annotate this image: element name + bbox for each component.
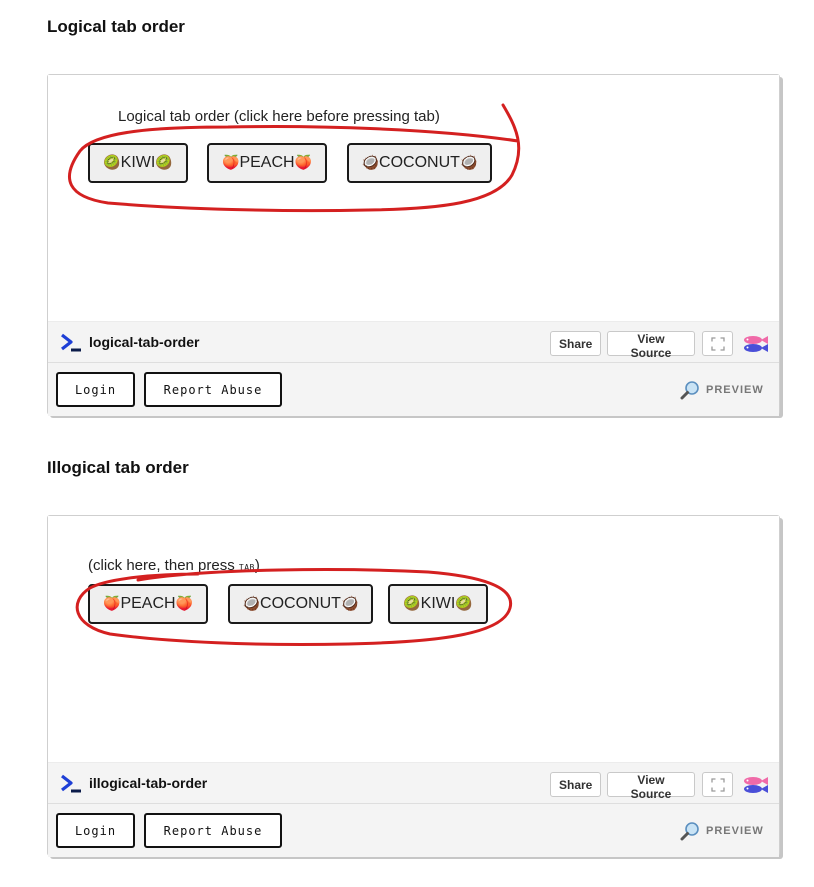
coconut-button[interactable]: 🥥 COCONUT 🥥	[228, 584, 373, 624]
codepen-prompt-logo-icon	[61, 774, 81, 793]
caption-suffix: )	[254, 557, 260, 574]
section-title-illogical: Illogical tab order	[47, 458, 189, 477]
fish-icon[interactable]	[741, 775, 769, 795]
view-source-button[interactable]: View Source	[607, 772, 695, 801]
login-button[interactable]: Login	[56, 813, 135, 848]
fullscreen-button[interactable]	[702, 772, 733, 797]
codepen-prompt-logo-icon	[61, 333, 81, 352]
kiwi-label: KIWI	[420, 595, 456, 612]
fruit-button-row: 🍑 PEACH 🍑 🥥 COCONUT 🥥 🥝 KIWI 🥝	[88, 584, 508, 624]
section-title-logical: Logical tab order	[47, 17, 185, 36]
embed-footer-bar: Login Report Abuse PREVIEW	[48, 804, 779, 857]
expand-icon	[710, 777, 725, 792]
instruction-caption[interactable]: (click here, then press TAB)	[88, 557, 260, 574]
peach-button[interactable]: 🍑 PEACH 🍑	[88, 584, 208, 624]
kiwi-icon: 🥝	[403, 596, 421, 612]
peach-icon: 🍑	[103, 596, 121, 612]
login-button[interactable]: Login	[56, 372, 135, 407]
preview-label: PREVIEW	[706, 825, 764, 837]
coconut-button[interactable]: 🥥 COCONUT 🥥	[347, 143, 492, 183]
fullscreen-button[interactable]	[702, 331, 733, 356]
report-abuse-button[interactable]: Report Abuse	[144, 813, 282, 848]
embed-meta-bar: logical-tab-order Share View Source	[48, 321, 779, 363]
caption-prefix: (click here, then press	[88, 557, 239, 574]
embed-meta-bar: illogical-tab-order Share View Source	[48, 762, 779, 804]
pen-name[interactable]: logical-tab-order	[89, 334, 199, 350]
share-button[interactable]: Share	[550, 331, 601, 356]
view-source-button[interactable]: View Source	[607, 331, 695, 360]
embed-footer-bar: Login Report Abuse PREVIEW	[48, 363, 779, 416]
kiwi-button[interactable]: 🥝 KIWI 🥝	[88, 143, 188, 183]
coconut-label: COCONUT	[379, 154, 460, 171]
expand-icon	[710, 336, 725, 351]
magnifier-icon	[680, 381, 699, 400]
preview-area[interactable]: (click here, then press TAB) 🍑 PEACH 🍑 🥥 CO…	[48, 516, 779, 762]
share-button[interactable]: Share	[550, 772, 601, 797]
pen-name[interactable]: illogical-tab-order	[89, 775, 207, 791]
red-annotation-loop	[75, 568, 513, 647]
magnifier-icon	[680, 822, 699, 841]
embed-illogical-tab-order: (click here, then press TAB) 🍑 PEACH 🍑 🥥 CO…	[47, 515, 780, 857]
coconut-label: COCONUT	[260, 595, 341, 612]
preview-link[interactable]: PREVIEW	[680, 821, 764, 841]
peach-icon: 🍑	[222, 155, 240, 171]
fish-icon[interactable]	[741, 334, 769, 354]
caption-key: TAB	[238, 563, 255, 572]
peach-button[interactable]: 🍑 PEACH 🍑	[207, 143, 327, 183]
peach-label: PEACH	[120, 595, 176, 612]
report-abuse-button[interactable]: Report Abuse	[144, 372, 282, 407]
peach-icon: 🍑	[294, 155, 312, 171]
coconut-icon: 🥥	[242, 596, 261, 612]
preview-label: PREVIEW	[706, 384, 764, 396]
peach-icon: 🍑	[175, 596, 193, 612]
instruction-caption[interactable]: Logical tab order (click here before pre…	[118, 108, 440, 125]
kiwi-button[interactable]: 🥝 KIWI 🥝	[388, 584, 488, 624]
coconut-icon: 🥥	[459, 155, 478, 171]
peach-label: PEACH	[239, 154, 295, 171]
kiwi-icon: 🥝	[455, 596, 473, 612]
preview-link[interactable]: PREVIEW	[680, 380, 764, 400]
embed-logical-tab-order: Logical tab order (click here before pre…	[47, 74, 780, 416]
fruit-button-row: 🥝 KIWI 🥝 🍑 PEACH 🍑 🥥 COCONUT 🥥	[88, 143, 508, 183]
kiwi-label: KIWI	[120, 154, 156, 171]
coconut-icon: 🥥	[340, 596, 359, 612]
kiwi-icon: 🥝	[155, 155, 173, 171]
kiwi-icon: 🥝	[103, 155, 121, 171]
preview-area[interactable]: Logical tab order (click here before pre…	[48, 75, 779, 321]
coconut-icon: 🥥	[361, 155, 380, 171]
